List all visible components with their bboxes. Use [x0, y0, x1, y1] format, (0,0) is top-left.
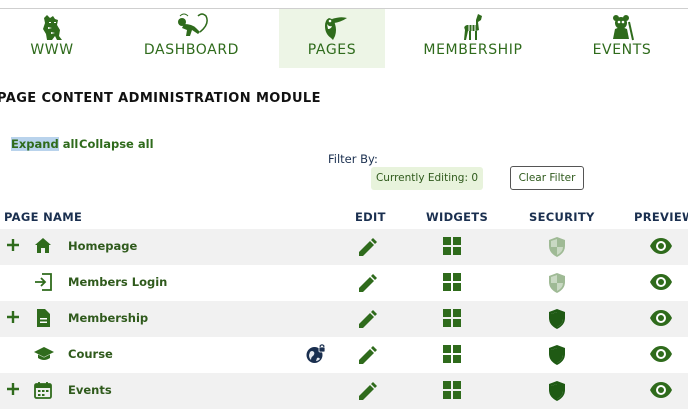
shield-unlocked-icon[interactable]	[548, 273, 566, 298]
clear-filter-button[interactable]: Clear Filter	[510, 166, 584, 190]
col-header-page-name: PAGE NAME	[4, 210, 83, 224]
filter-by-label: Filter By:	[328, 152, 378, 166]
table-row: Members Login	[0, 265, 688, 301]
home-icon	[34, 237, 52, 260]
expand-plus-icon[interactable]	[7, 310, 19, 328]
page-name[interactable]: Events	[68, 383, 112, 397]
widgets-grid-icon[interactable]	[443, 237, 462, 261]
public-lock-icon	[306, 344, 326, 369]
nav-item-events[interactable]: EVENTS	[580, 9, 664, 68]
col-header-widgets: WIDGETS	[426, 210, 489, 224]
shield-locked-icon[interactable]	[548, 345, 566, 370]
login-icon	[34, 273, 52, 296]
preview-eye-icon[interactable]	[650, 346, 672, 367]
nav-item-membership[interactable]: MEMBERSHIP	[419, 9, 527, 68]
edit-pencil-icon[interactable]	[357, 272, 379, 299]
widgets-grid-icon[interactable]	[443, 273, 462, 297]
page-name[interactable]: Homepage	[68, 239, 137, 253]
page-name[interactable]: Membership	[68, 311, 148, 325]
table-row: Homepage	[0, 229, 688, 265]
table-row: Course	[0, 337, 688, 373]
currently-editing-filter[interactable]: Currently Editing: 0	[371, 167, 483, 190]
widgets-grid-icon[interactable]	[443, 309, 462, 333]
expand-all-highlight: Expand	[11, 137, 59, 151]
main-nav: WWW DASHBOARD PAGES MEMBERSHIP EVENTS	[0, 9, 688, 68]
edit-pencil-icon[interactable]	[357, 236, 379, 263]
calendar-icon	[34, 381, 52, 404]
edit-pencil-icon[interactable]	[357, 344, 379, 371]
preview-eye-icon[interactable]	[650, 238, 672, 259]
col-header-edit: EDIT	[355, 210, 386, 224]
col-header-preview: PREVIEW	[634, 210, 688, 224]
document-icon	[34, 309, 52, 332]
edit-pencil-icon[interactable]	[357, 308, 379, 335]
preview-eye-icon[interactable]	[650, 382, 672, 403]
nav-label: WWW	[30, 42, 74, 58]
collapse-all-link[interactable]: Collapse all	[79, 137, 154, 151]
widgets-grid-icon[interactable]	[443, 345, 462, 369]
shield-locked-icon[interactable]	[548, 309, 566, 334]
expand-plus-icon[interactable]	[7, 238, 19, 256]
page-title: PAGE CONTENT ADMINISTRATION MODULE	[0, 91, 321, 106]
edit-pencil-icon[interactable]	[357, 380, 379, 407]
expand-all-rest: all	[58, 137, 79, 151]
nav-label: MEMBERSHIP	[423, 42, 523, 58]
nav-item-dashboard[interactable]: DASHBOARD	[134, 9, 249, 68]
expand-plus-icon[interactable]	[7, 382, 19, 400]
preview-eye-icon[interactable]	[650, 310, 672, 331]
widgets-grid-icon[interactable]	[443, 381, 462, 405]
shield-unlocked-icon[interactable]	[548, 237, 566, 262]
expand-all-link[interactable]: Expand all	[11, 137, 78, 151]
page-name[interactable]: Members Login	[68, 275, 167, 289]
table-row: Membership	[0, 301, 688, 337]
table-row: Events	[0, 373, 688, 409]
graduation-cap-icon	[34, 345, 54, 368]
nav-label: EVENTS	[592, 42, 652, 58]
col-header-security: SECURITY	[529, 210, 595, 224]
shield-locked-icon[interactable]	[548, 381, 566, 406]
nav-item-www[interactable]: WWW	[0, 9, 104, 68]
nav-label: DASHBOARD	[143, 42, 240, 58]
preview-eye-icon[interactable]	[650, 274, 672, 295]
nav-item-pages[interactable]: PAGES	[279, 9, 385, 68]
nav-label: PAGES	[307, 42, 357, 58]
page-name[interactable]: Course	[68, 347, 113, 361]
